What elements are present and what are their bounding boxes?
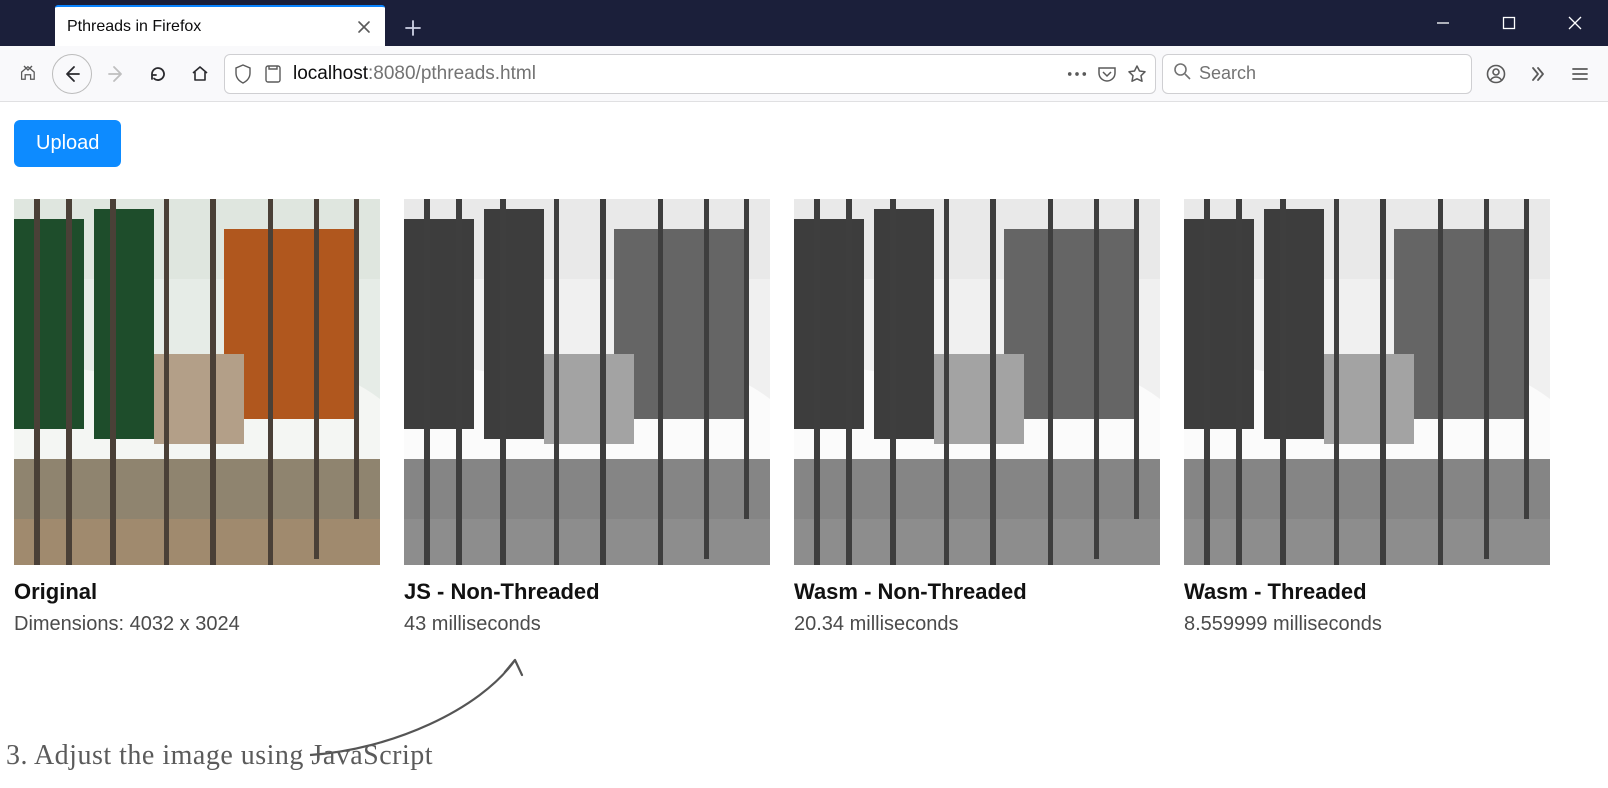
card-subtitle: 20.34 milliseconds [794,613,1160,636]
card-subtitle: 8.559999 milliseconds [1184,613,1550,636]
app-menu-icon[interactable] [1562,56,1598,92]
processed-image [1184,199,1550,565]
search-bar[interactable] [1162,54,1472,94]
window-controls [1410,0,1608,46]
image-grid: Original Dimensions: 4032 x 3024 JS - No… [14,199,1594,636]
page-content: Upload Original Dimensions: 4032 x 3024 … [0,102,1608,670]
home-button[interactable] [182,56,218,92]
back-button[interactable] [52,54,92,94]
close-window-button[interactable] [1542,0,1608,46]
card-title: Original [14,579,380,605]
url-host: localhost [293,63,368,84]
original-image [14,199,380,565]
forward-button[interactable] [98,56,134,92]
site-info-icon[interactable] [263,64,283,84]
nav-toolbar: localhost:8080/pthreads.html [0,46,1608,102]
pocket-icon[interactable] [1097,64,1117,84]
search-input[interactable] [1199,63,1461,84]
page-actions-icon[interactable] [1067,71,1087,77]
card-original: Original Dimensions: 4032 x 3024 [14,199,380,636]
card-subtitle: 43 milliseconds [404,613,770,636]
library-icon[interactable] [10,56,46,92]
annotation-caption: 3. Adjust the image using JavaScript [6,740,433,772]
account-icon[interactable] [1478,56,1514,92]
titlebar: Pthreads in Firefox [0,0,1608,46]
card-subtitle: Dimensions: 4032 x 3024 [14,613,380,636]
bookmark-star-icon[interactable] [1127,64,1147,84]
url-bar[interactable]: localhost:8080/pthreads.html [224,54,1156,94]
card-title: JS - Non-Threaded [404,579,770,605]
processed-image [404,199,770,565]
tab-title: Pthreads in Firefox [67,18,355,36]
card-wasm-threaded: Wasm - Threaded 8.559999 milliseconds [1184,199,1550,636]
upload-button[interactable]: Upload [14,120,121,167]
reload-button[interactable] [140,56,176,92]
minimize-button[interactable] [1410,0,1476,46]
url-path: :8080/pthreads.html [368,63,536,84]
processed-image [794,199,1160,565]
close-tab-icon[interactable] [355,18,373,36]
url-text: localhost:8080/pthreads.html [293,63,1057,85]
overflow-icon[interactable] [1520,56,1556,92]
card-title: Wasm - Threaded [1184,579,1550,605]
card-title: Wasm - Non-Threaded [794,579,1160,605]
card-wasm-non-threaded: Wasm - Non-Threaded 20.34 milliseconds [794,199,1160,636]
maximize-button[interactable] [1476,0,1542,46]
card-js-non-threaded: JS - Non-Threaded 43 milliseconds [404,199,770,636]
search-icon [1173,62,1191,85]
tab-strip: Pthreads in Firefox [0,0,425,46]
browser-tab[interactable]: Pthreads in Firefox [55,5,385,46]
new-tab-button[interactable] [401,16,425,40]
tracking-protection-icon[interactable] [233,64,253,84]
